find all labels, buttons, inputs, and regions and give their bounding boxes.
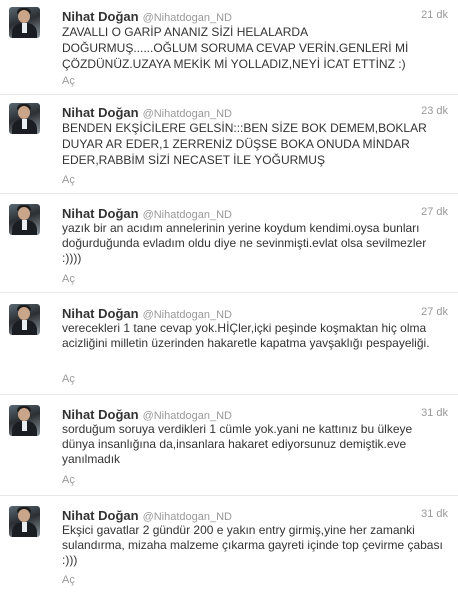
tweet-header: Nihat Doğan @Nihatdogan_ND 27 dk	[62, 205, 448, 221]
avatar[interactable]	[9, 304, 40, 335]
tweet-timestamp[interactable]: 27 dk	[421, 206, 448, 218]
avatar[interactable]	[9, 7, 40, 38]
expand-link[interactable]: Aç	[62, 373, 75, 385]
tweet-header: Nihat Doğan @Nihatdogan_ND 31 dk	[62, 406, 448, 422]
tweet-text: ZAVALLI O GARİP ANANIZ SİZİ HELALARDA DO…	[62, 25, 409, 71]
author-handle[interactable]: @Nihatdogan_ND	[143, 12, 232, 24]
author-handle[interactable]: @Nihatdogan_ND	[143, 511, 232, 523]
author-name[interactable]: Nihat Doğan	[62, 206, 139, 221]
tweet-item[interactable]: Nihat Doğan @Nihatdogan_ND 31 dk sorduğum…	[0, 398, 458, 496]
author-handle[interactable]: @Nihatdogan_ND	[143, 309, 232, 321]
expand-link[interactable]: Aç	[62, 174, 75, 186]
tweet-header: Nihat Doğan @Nihatdogan_ND 31 dk	[62, 507, 448, 523]
tweet-timestamp[interactable]: 23 dk	[421, 105, 448, 117]
avatar[interactable]	[9, 204, 40, 235]
author-name[interactable]: Nihat Doğan	[62, 9, 139, 24]
tweet-item[interactable]: Nihat Doğan @Nihatdogan_ND 21 dk ZAVALLI …	[0, 0, 458, 95]
tweet-timestamp[interactable]: 31 dk	[421, 508, 448, 520]
avatar[interactable]	[9, 506, 40, 537]
tweet-text: verecekleri 1 tane cevap yok.HİÇler,içki…	[62, 321, 430, 350]
tweet-text: BENDEN EKŞİCİLERE GELSİN:::BEN SİZE BOK …	[62, 121, 427, 167]
author-handle[interactable]: @Nihatdogan_ND	[143, 209, 232, 221]
tweet-header: Nihat Doğan @Nihatdogan_ND 27 dk	[62, 305, 448, 321]
tweet-timestamp[interactable]: 21 dk	[421, 9, 448, 21]
tweet-item[interactable]: Nihat Doğan @Nihatdogan_ND 27 dk yazık bi…	[0, 197, 458, 293]
tweet-text: yazık bir an acıdım annelerinin yerine k…	[62, 221, 427, 265]
tweet-item[interactable]: Nihat Doğan @Nihatdogan_ND 23 dk BENDEN E…	[0, 96, 458, 194]
tweet-item[interactable]: Nihat Doğan @Nihatdogan_ND 31 dk Ekşici g…	[0, 499, 458, 595]
author-name[interactable]: Nihat Doğan	[62, 306, 139, 321]
author-name[interactable]: Nihat Doğan	[62, 407, 139, 422]
tweet-text: sorduğum soruya verdikleri 1 cümle yok.y…	[62, 422, 413, 466]
tweet-timeline: Nihat Doğan @Nihatdogan_ND 21 dk ZAVALLI …	[0, 0, 458, 595]
author-handle[interactable]: @Nihatdogan_ND	[143, 410, 232, 422]
expand-link[interactable]: Aç	[62, 75, 75, 87]
avatar[interactable]	[9, 103, 40, 134]
avatar[interactable]	[9, 405, 40, 436]
tweet-timestamp[interactable]: 31 dk	[421, 407, 448, 419]
expand-link[interactable]: Aç	[62, 273, 75, 285]
tweet-text: Ekşici gavatlar 2 gündür 200 e yakın ent…	[62, 523, 443, 567]
tweet-item[interactable]: Nihat Doğan @Nihatdogan_ND 27 dk verecekl…	[0, 297, 458, 395]
tweet-header: Nihat Doğan @Nihatdogan_ND 21 dk	[62, 8, 448, 24]
author-name[interactable]: Nihat Doğan	[62, 508, 139, 523]
author-handle[interactable]: @Nihatdogan_ND	[143, 108, 232, 120]
expand-link[interactable]: Aç	[62, 474, 75, 486]
author-name[interactable]: Nihat Doğan	[62, 105, 139, 120]
expand-link[interactable]: Aç	[62, 574, 75, 586]
tweet-header: Nihat Doğan @Nihatdogan_ND 23 dk	[62, 104, 448, 120]
tweet-timestamp[interactable]: 27 dk	[421, 306, 448, 318]
